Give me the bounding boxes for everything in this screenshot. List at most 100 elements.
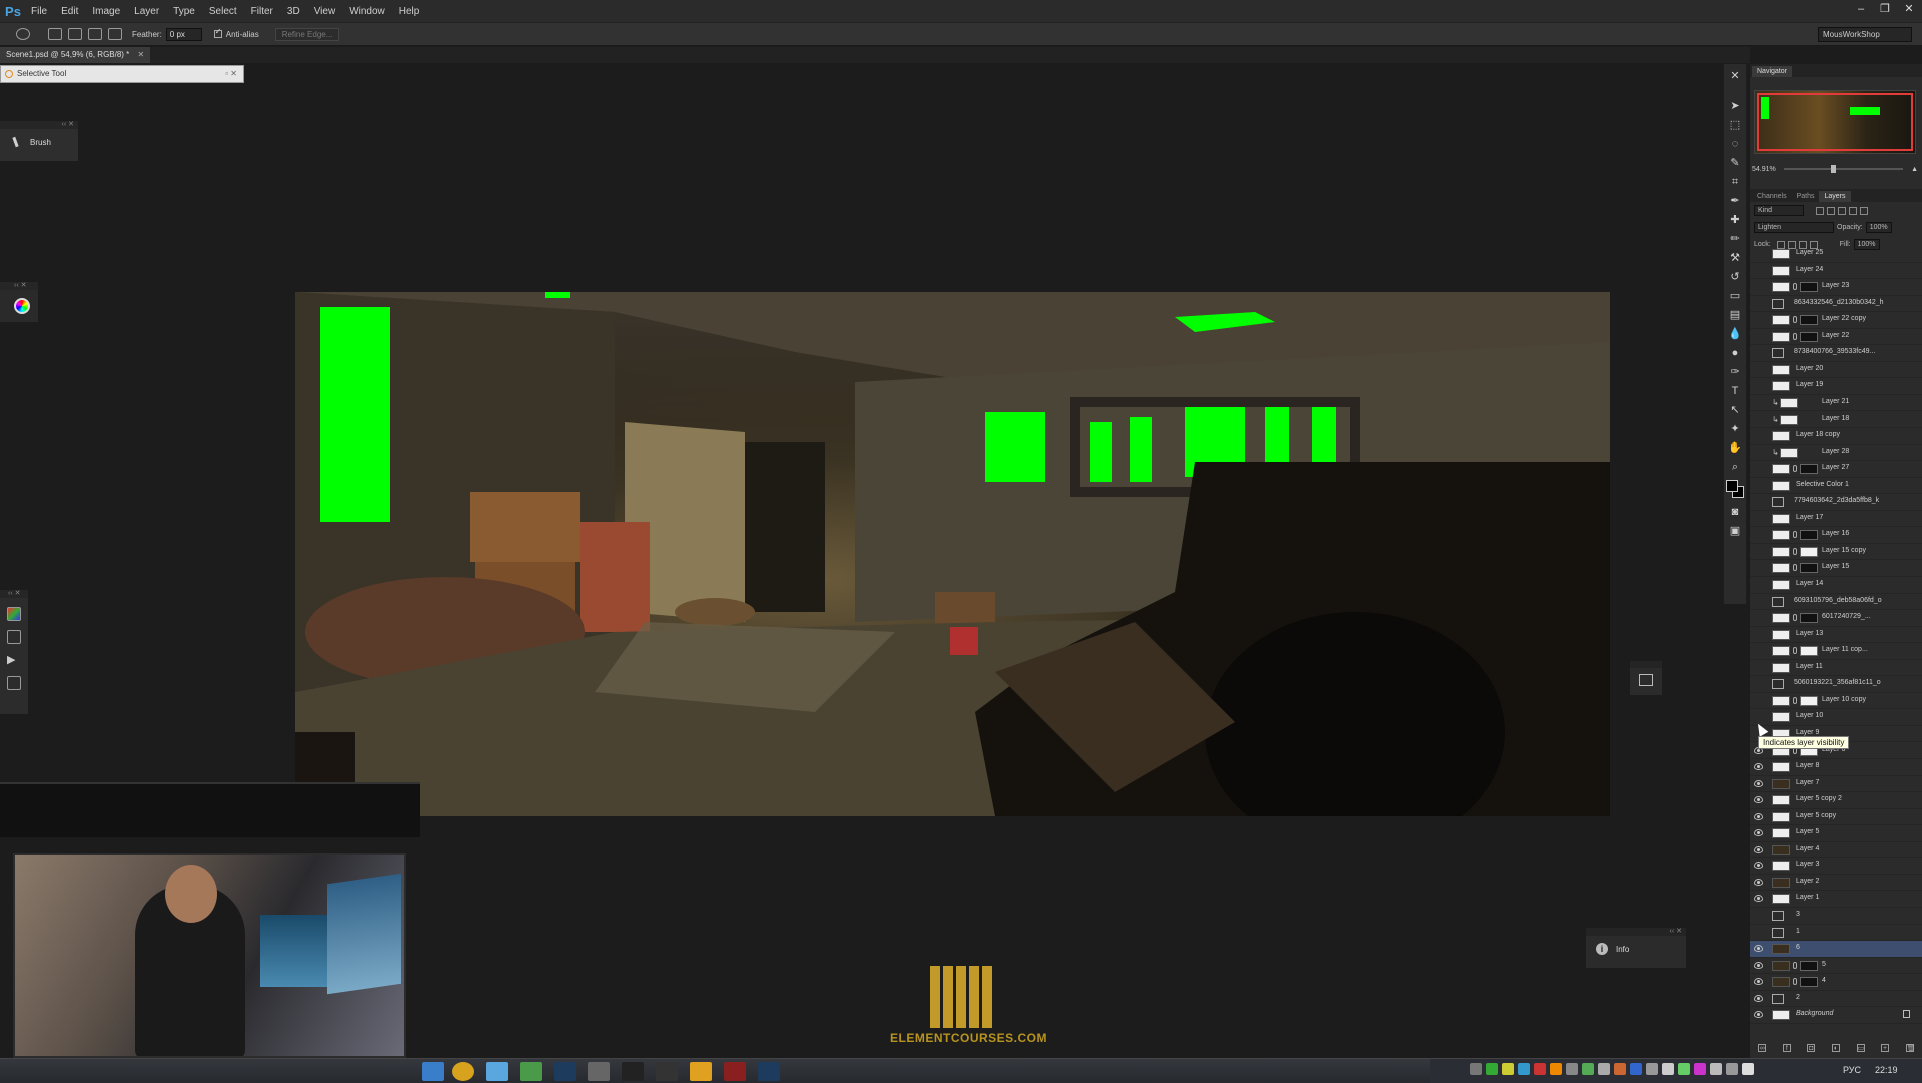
layer-row[interactable]: 6093105796_deb58a06fd_o [1750,594,1922,611]
tray-icon[interactable] [1742,1063,1754,1075]
link-layers-icon[interactable]: ∞ [1758,1044,1767,1052]
history-brush-tool-icon[interactable]: ↺ [1728,270,1742,284]
layer-row[interactable]: Layer 4 [1750,842,1922,859]
minimize-icon[interactable]: ‒ [1854,2,1868,16]
layer-mask-thumbnail[interactable] [1800,315,1818,326]
layer-mask-thumbnail[interactable] [1800,613,1818,624]
layer-row[interactable]: Layer 11 [1750,660,1922,677]
layer-filter-kind-select[interactable]: Kind [1754,205,1804,216]
taskbar-app-icon[interactable] [486,1062,508,1081]
close-icon[interactable]: ✕ [1902,2,1916,16]
taskbar-app-icon[interactable] [656,1062,678,1081]
delete-layer-icon[interactable]: 🗑 [1905,1044,1916,1052]
visibility-eye-icon[interactable] [1754,961,1763,969]
shape-tool-icon[interactable]: ✦ [1728,422,1742,436]
layer-row[interactable]: Layer 5 [1750,825,1922,842]
taskbar-language[interactable]: РУС [1843,1065,1861,1075]
layer-row[interactable]: Layer 15 copy [1750,544,1922,561]
menu-help[interactable]: Help [392,6,427,17]
layer-row[interactable]: Layer 23 [1750,279,1922,296]
tray-icon[interactable] [1502,1063,1514,1075]
mask-link-icon[interactable] [1793,332,1797,340]
selective-tool-panel[interactable]: Selective Tool ▫ ✕ [0,65,244,83]
panel-header[interactable] [1630,661,1662,668]
mask-link-icon[interactable] [1793,647,1797,655]
actions-play-icon[interactable]: ▶ [7,653,21,667]
layer-row[interactable]: ↳ Layer 28 [1750,445,1922,462]
tray-icon[interactable] [1726,1063,1738,1075]
tray-icon[interactable] [1678,1063,1690,1075]
quick-select-tool-icon[interactable]: ✎ [1728,156,1742,170]
layer-row[interactable]: Layer 17 [1750,511,1922,528]
intersect-selection-icon[interactable] [108,28,122,40]
type-tool-icon[interactable]: T [1728,384,1742,398]
mask-link-icon[interactable] [1793,316,1797,324]
taskbar-photoshop-icon[interactable] [554,1062,576,1081]
feather-input[interactable]: 0 px [165,27,202,41]
taskbar-app-icon[interactable] [422,1062,444,1081]
zoom-in-icon[interactable]: ▲ [1911,166,1918,173]
layer-mask-thumbnail[interactable] [1800,464,1818,475]
opacity-input[interactable]: 100% [1865,222,1892,233]
layer-row[interactable]: Layer 5 copy [1750,809,1922,826]
layer-row[interactable]: Layer 11 cop... [1750,643,1922,660]
layer-row[interactable]: 6017240729_... [1750,610,1922,627]
add-mask-icon[interactable]: ◘ [1807,1044,1816,1052]
tray-icon[interactable] [1710,1063,1722,1075]
gradient-tool-icon[interactable]: ▤ [1728,308,1742,322]
marquee-tool-icon[interactable]: ⬚ [1728,118,1742,132]
taskbar-app-icon[interactable] [452,1062,474,1081]
mask-link-icon[interactable] [1793,531,1797,539]
close-icon[interactable]: ✕ [138,50,145,59]
brush-tool-icon[interactable]: ✏ [1728,232,1742,246]
layer-row[interactable]: Layer 1 [1750,891,1922,908]
layer-row[interactable]: Layer 8 [1750,759,1922,776]
move-tool-icon[interactable]: ➤ [1728,99,1742,113]
navigator-zoom-value[interactable]: 54.91% [1752,166,1776,173]
clone-stamp-tool-icon[interactable]: ⚒ [1728,251,1742,265]
layer-row[interactable]: Layer 2 [1750,875,1922,892]
tray-icon[interactable] [1646,1063,1658,1075]
tray-icon[interactable] [1550,1063,1562,1075]
layer-row[interactable]: Layer 25 [1750,246,1922,263]
layer-row[interactable]: 5060193221_356af81c11_o [1750,676,1922,693]
layer-row[interactable]: Layer 18 copy [1750,428,1922,445]
filter-type-icon[interactable] [1838,206,1846,215]
new-layer-icon[interactable]: + [1881,1044,1890,1052]
quick-mask-icon[interactable]: ◙ [1728,505,1742,519]
visibility-eye-icon[interactable] [1754,878,1763,886]
mask-link-icon[interactable] [1793,547,1797,555]
layer-row[interactable]: 7794603642_2d3da5ffb8_k [1750,494,1922,511]
menu-window[interactable]: Window [342,6,392,17]
menu-file[interactable]: File [24,6,54,17]
blend-mode-select[interactable]: Lighten [1754,222,1834,233]
visibility-eye-icon[interactable] [1754,812,1763,820]
navigator-view-box[interactable] [1757,93,1913,151]
layer-row[interactable]: 4 [1750,974,1922,991]
visibility-eye-icon[interactable] [1754,862,1763,870]
tab-channels[interactable]: Channels [1752,191,1792,202]
layer-row[interactable]: Layer 15 [1750,560,1922,577]
adjustment-layer-icon[interactable]: ◐ [1831,1044,1840,1052]
mask-link-icon[interactable] [1793,696,1797,704]
filter-shape-icon[interactable] [1849,206,1857,215]
pen-tool-icon[interactable]: ✑ [1728,365,1742,379]
navigator-zoom-slider[interactable] [1783,165,1904,173]
color-wheel-icon[interactable] [14,298,30,314]
layer-mask-thumbnail[interactable] [1800,695,1818,706]
visibility-eye-icon[interactable] [1754,763,1763,771]
visibility-eye-icon[interactable] [1754,994,1763,1002]
layer-row[interactable]: Layer 24 [1750,263,1922,280]
refine-edge-button[interactable]: Refine Edge... [274,27,340,41]
panel-header[interactable]: ‹‹ ✕ [0,282,38,290]
path-selection-tool-icon[interactable]: ↖ [1728,403,1742,417]
layer-mask-thumbnail[interactable] [1800,563,1818,574]
panel-controls[interactable]: ▫ ✕ [225,66,237,82]
add-selection-icon[interactable] [68,28,82,40]
tab-paths[interactable]: Paths [1792,191,1820,202]
layer-row[interactable]: Layer 19 [1750,378,1922,395]
mask-link-icon[interactable] [1793,465,1797,473]
layer-row[interactable]: Layer 14 [1750,577,1922,594]
new-group-icon[interactable]: ▭ [1856,1044,1865,1052]
eraser-tool-icon[interactable]: ▭ [1728,289,1742,303]
